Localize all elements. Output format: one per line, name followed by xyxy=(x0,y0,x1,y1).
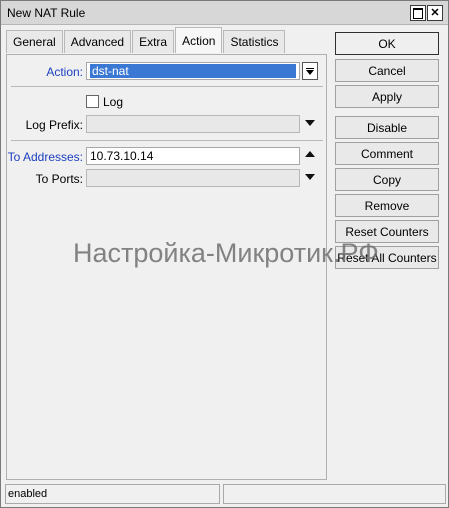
apply-button[interactable]: Apply xyxy=(335,85,439,108)
chevron-down-icon[interactable] xyxy=(305,174,315,180)
action-value: dst-nat xyxy=(90,64,296,78)
to-addresses-row: To Addresses: 10.73.10.14 xyxy=(7,147,326,167)
separator xyxy=(11,140,323,141)
ok-button[interactable]: OK xyxy=(335,32,439,55)
comment-button[interactable]: Comment xyxy=(335,142,439,165)
title-bar[interactable]: New NAT Rule ✕ xyxy=(1,1,448,25)
copy-button[interactable]: Copy xyxy=(335,168,439,191)
action-dropdown-button[interactable] xyxy=(302,62,318,80)
log-prefix-input[interactable] xyxy=(86,115,300,133)
chevron-down-icon xyxy=(306,69,314,75)
chevron-up-icon[interactable] xyxy=(305,151,315,157)
tab-extra[interactable]: Extra xyxy=(132,30,175,53)
action-panel: Action: dst-nat Log Log Prefix: To Addre… xyxy=(6,54,327,480)
log-prefix-row: Log Prefix: xyxy=(7,115,326,135)
to-ports-row: To Ports: xyxy=(7,169,326,189)
disable-button[interactable]: Disable xyxy=(335,116,439,139)
cancel-button[interactable]: Cancel xyxy=(335,59,439,82)
status-secondary xyxy=(223,484,446,504)
tab-statistics[interactable]: Statistics xyxy=(223,30,286,53)
nat-rule-window: New NAT Rule ✕ General Advanced Extra Ac… xyxy=(0,0,449,508)
separator xyxy=(11,86,323,87)
tab-bar: General Advanced Extra Action Statistics xyxy=(6,27,286,54)
remove-button[interactable]: Remove xyxy=(335,194,439,217)
to-addresses-input[interactable]: 10.73.10.14 xyxy=(86,147,300,165)
chevron-down-icon[interactable] xyxy=(305,120,315,126)
to-ports-input[interactable] xyxy=(86,169,300,187)
tab-advanced[interactable]: Advanced xyxy=(63,30,132,53)
maximize-icon[interactable] xyxy=(410,5,426,21)
to-addresses-label: To Addresses: xyxy=(7,150,83,164)
log-label: Log xyxy=(103,95,124,109)
log-checkbox[interactable] xyxy=(86,95,99,108)
close-icon[interactable]: ✕ xyxy=(427,5,443,21)
to-ports-label: To Ports: xyxy=(35,172,83,186)
log-row: Log xyxy=(7,93,326,113)
reset-counters-button[interactable]: Reset Counters xyxy=(335,220,439,243)
tab-general[interactable]: General xyxy=(6,30,63,53)
log-prefix-label: Log Prefix: xyxy=(25,118,83,132)
action-label: Action: xyxy=(46,65,83,79)
tab-action[interactable]: Action xyxy=(175,27,223,53)
status-text: enabled xyxy=(5,484,220,504)
window-title: New NAT Rule xyxy=(7,6,86,20)
action-select[interactable]: dst-nat xyxy=(86,62,300,80)
status-bar: enabled xyxy=(5,484,446,504)
reset-all-counters-button[interactable]: Reset All Counters xyxy=(335,246,439,269)
action-row: Action: dst-nat xyxy=(7,62,326,82)
